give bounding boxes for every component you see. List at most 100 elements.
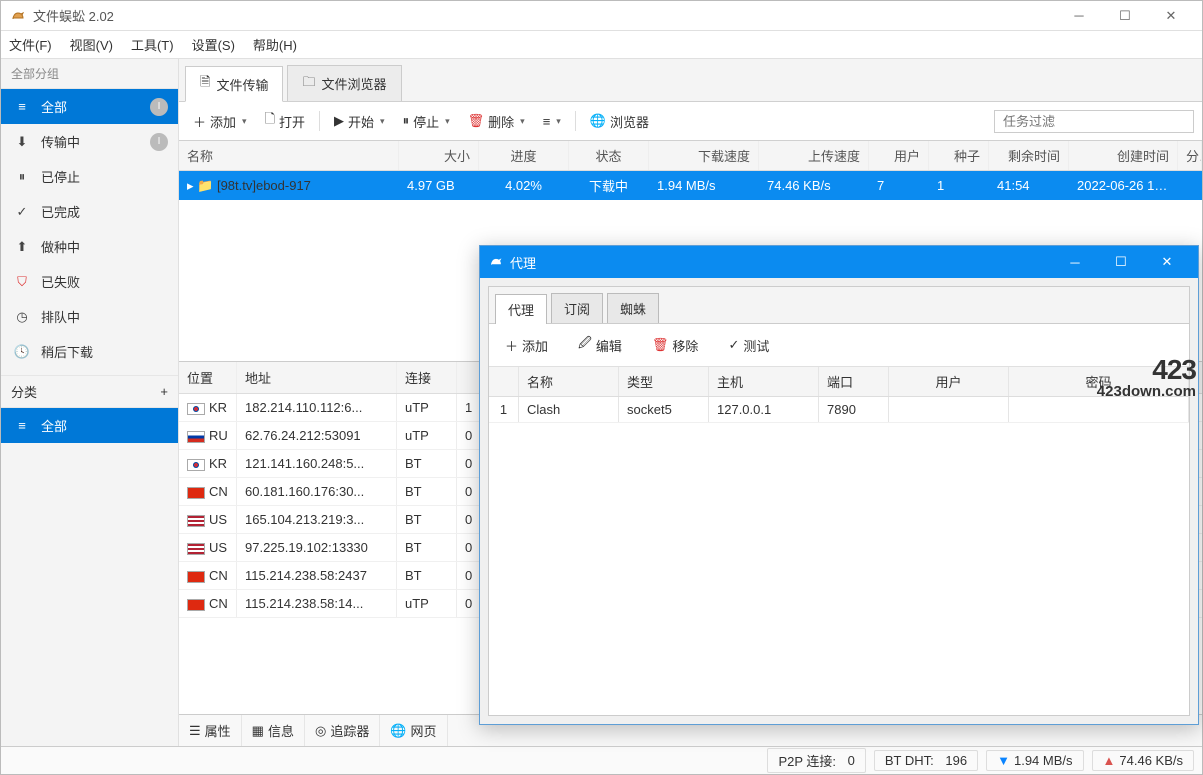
tab-browser[interactable]: 🗀 文件浏览器 <box>287 65 401 101</box>
file-icon: 🗎 <box>200 73 210 95</box>
add-button[interactable]: ＋添加▾ <box>187 108 253 135</box>
window-minimize-button[interactable]: ─ <box>1056 1 1102 31</box>
col-min[interactable]: 分 <box>1178 141 1202 170</box>
sidebar-item-all[interactable]: ≡ 全部 I <box>1 89 178 124</box>
delete-button[interactable]: 🗑删除▾ <box>462 108 531 135</box>
tab-info[interactable]: ▦信息 <box>242 715 305 746</box>
menu-view[interactable]: 视图(V) <box>70 35 113 54</box>
titlebar: 文件蜈蚣 2.02 ─ ☐ ✕ <box>1 1 1202 31</box>
menu-file[interactable]: 文件(F) <box>9 35 52 54</box>
tab-transfer[interactable]: 🗎 文件传输 <box>185 66 283 102</box>
dialog-titlebar[interactable]: 代理 ─ ☐ ✕ <box>480 246 1198 278</box>
col-loc[interactable]: 位置 <box>179 362 237 393</box>
col-dl[interactable]: 下载速度 <box>649 141 759 170</box>
col-addr[interactable]: 地址 <box>237 362 397 393</box>
menu-tools[interactable]: 工具(T) <box>131 35 174 54</box>
proxy-test-button[interactable]: ✓测试 <box>722 330 775 360</box>
menubar: 文件(F) 视图(V) 工具(T) 设置(S) 帮助(H) <box>1 31 1202 59</box>
col-name[interactable]: 名称 <box>519 367 619 396</box>
dialog-maximize-button[interactable]: ☐ <box>1098 246 1144 278</box>
col-status[interactable]: 状态 <box>569 141 649 170</box>
sidebar-groups-header: 全部分组 <box>1 59 178 89</box>
col-ctime[interactable]: 创建时间 <box>1069 141 1178 170</box>
col-type[interactable]: 类型 <box>619 367 709 396</box>
stop-button[interactable]: ⏸停止▾ <box>397 108 456 135</box>
globe-icon: 🌐 <box>390 723 406 739</box>
chevron-down-icon: ▾ <box>380 116 385 127</box>
col-seeds[interactable]: 种子 <box>929 141 989 170</box>
add-category-button[interactable]: + <box>160 384 168 399</box>
status-dl[interactable]: ▼1.94 MB/s <box>986 750 1083 771</box>
sidebar-label: 稍后下载 <box>41 342 93 361</box>
window-maximize-button[interactable]: ☐ <box>1102 1 1148 31</box>
col-users[interactable]: 用户 <box>869 141 929 170</box>
check-icon: ✓ <box>728 337 739 353</box>
filter-input[interactable] <box>994 110 1194 133</box>
trash-icon: 🗑 <box>468 113 485 129</box>
col-name[interactable]: 名称 <box>179 141 399 170</box>
tab-props[interactable]: ☰属性 <box>179 715 242 746</box>
col-user[interactable]: 用户 <box>889 367 1009 396</box>
proxy-remove-button[interactable]: 🗑移除 <box>646 330 705 360</box>
tab-web[interactable]: 🌐网页 <box>380 715 447 746</box>
dialog-tab-sub[interactable]: 订阅 <box>551 293 603 323</box>
shield-icon: ⛉ <box>13 274 31 290</box>
flag-icon <box>187 431 205 443</box>
chevron-down-icon: ▾ <box>445 116 450 127</box>
file-icon: 🗋 <box>265 110 275 132</box>
sidebar-item-done[interactable]: ✓ 已完成 <box>1 194 178 229</box>
sidebar-item-later[interactable]: 🕓 稍后下载 <box>1 334 178 369</box>
col-ul[interactable]: 上传速度 <box>759 141 869 170</box>
proxy-edit-button[interactable]: 🖉编辑 <box>572 330 628 360</box>
sidebar-badge: I <box>150 133 168 151</box>
sidebar-item-seeding[interactable]: ⬆ 做种中 <box>1 229 178 264</box>
download-icon: ▼ <box>997 753 1010 768</box>
dialog-tab-proxy[interactable]: 代理 <box>495 294 547 324</box>
check-icon: ✓ <box>13 204 31 220</box>
proxy-row[interactable]: 1 Clash socket5 127.0.0.1 7890 <box>489 397 1189 423</box>
col-progress[interactable]: 进度 <box>479 141 569 170</box>
download-icon: ⬇ <box>13 134 31 150</box>
col-conn[interactable]: 连接 <box>397 362 457 393</box>
dialog-minimize-button[interactable]: ─ <box>1052 246 1098 278</box>
menu-settings[interactable]: 设置(S) <box>192 35 235 54</box>
proxy-add-button[interactable]: ＋添加 <box>499 330 554 360</box>
flag-icon <box>187 599 205 611</box>
task-row[interactable]: ▸ 📁 [98t.tv]ebod-917 4.97 GB 4.02% 下载中 1… <box>179 171 1202 200</box>
col-size[interactable]: 大小 <box>399 141 479 170</box>
sidebar-item-stopped[interactable]: ⏸ 已停止 <box>1 159 178 194</box>
col-port[interactable]: 端口 <box>819 367 889 396</box>
sidebar-category-all[interactable]: ≡ 全部 <box>1 408 178 443</box>
task-table-header: 名称 大小 进度 状态 下载速度 上传速度 用户 种子 剩余时间 创建时间 分 <box>179 141 1202 171</box>
sidebar-item-queued[interactable]: ◷ 排队中 <box>1 299 178 334</box>
sidebar-label: 已完成 <box>41 202 80 221</box>
sidebar-label: 全部 <box>41 416 67 435</box>
browser-button[interactable]: 🌐浏览器 <box>584 108 655 135</box>
col-eta[interactable]: 剩余时间 <box>989 141 1069 170</box>
chevron-down-icon: ▾ <box>520 116 525 127</box>
sidebar-label: 排队中 <box>41 307 80 326</box>
sidebar-item-downloading[interactable]: ⬇ 传输中 I <box>1 124 178 159</box>
window-title: 文件蜈蚣 2.02 <box>33 6 114 25</box>
start-button[interactable]: ▶开始▾ <box>328 108 391 135</box>
status-ul[interactable]: ▲74.46 KB/s <box>1092 750 1194 771</box>
sidebar-badge: I <box>150 98 168 116</box>
more-button[interactable]: ≡▾ <box>537 110 567 133</box>
menu-help[interactable]: 帮助(H) <box>253 35 297 54</box>
flag-icon <box>187 543 205 555</box>
col-host[interactable]: 主机 <box>709 367 819 396</box>
list-icon: ≡ <box>13 99 31 114</box>
dialog-tab-spider[interactable]: 蜘蛛 <box>607 293 659 323</box>
tab-tracker[interactable]: ◎追踪器 <box>305 715 380 746</box>
sidebar-label: 已停止 <box>41 167 80 186</box>
dialog-tabs: 代理 订阅 蜘蛛 <box>489 287 1189 324</box>
sidebar-item-failed[interactable]: ⛉ 已失败 <box>1 264 178 299</box>
open-button[interactable]: 🗋打开 <box>259 106 311 136</box>
sidebar-category-header: 分类 + <box>1 375 178 408</box>
dialog-close-button[interactable]: ✕ <box>1144 246 1190 278</box>
proxy-dialog: 代理 ─ ☐ ✕ 代理 订阅 蜘蛛 ＋添加 🖉编辑 🗑移除 ✓测试 名称 类型 … <box>479 245 1199 725</box>
flag-icon <box>187 459 205 471</box>
col-pass[interactable]: 密码 <box>1009 367 1189 396</box>
window-close-button[interactable]: ✕ <box>1148 1 1194 31</box>
trash-icon: 🗑 <box>652 337 669 353</box>
